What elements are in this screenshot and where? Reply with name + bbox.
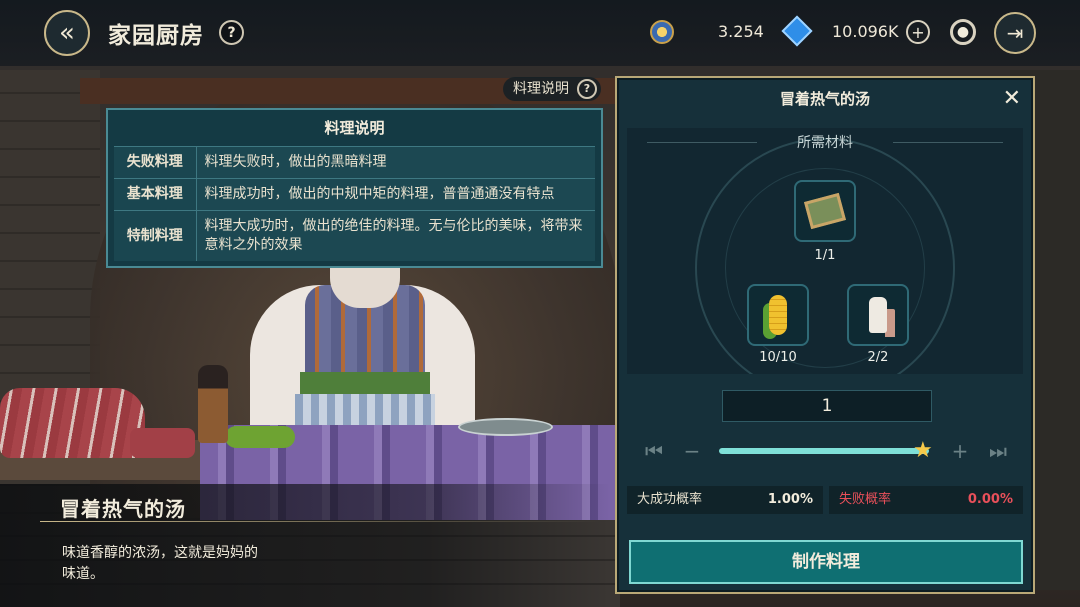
meat-cut	[130, 428, 195, 458]
great-success-rate: 大成功概率 1.00%	[627, 486, 823, 514]
help-button[interactable]: ?	[219, 20, 244, 45]
max-quantity-button[interactable]: ⏭	[983, 436, 1013, 466]
gear-icon: ●	[956, 24, 970, 40]
close-button[interactable]: ✕	[1003, 86, 1021, 111]
material-slot[interactable]	[747, 284, 809, 346]
min-quantity-button[interactable]: ⏮	[639, 436, 669, 466]
recipe-title: 冒着热气的汤	[779, 90, 870, 108]
exit-button[interactable]: ⇥	[994, 12, 1036, 54]
row-desc: 料理大成功时，做出的绝佳的料理。无与伦比的美味，将带来意料之外的效果	[196, 210, 595, 261]
fail-rate: 失败概率 0.00%	[829, 486, 1023, 514]
cooking-info-label: 料理说明	[513, 81, 569, 97]
pepper-grinder	[198, 365, 228, 443]
material-count: 2/2	[867, 350, 889, 365]
dish-description: 味道香醇的浓汤，这就是妈妈的味道。	[62, 545, 258, 582]
plate	[458, 418, 553, 436]
quantity-field[interactable]: 1	[722, 390, 932, 422]
material-slot[interactable]	[847, 284, 909, 346]
skip-forward-icon: ⏭	[989, 439, 1007, 463]
divider	[893, 142, 1003, 143]
divider	[647, 142, 757, 143]
minus-icon: −	[683, 439, 701, 463]
fail-rate-value: 0.00%	[967, 492, 1013, 507]
info-table: 失败料理 料理失败时，做出的黑暗料理 基本料理 料理成功时，做出的中规中矩的料理…	[114, 146, 595, 261]
row-name: 特制料理	[114, 210, 197, 261]
dish-name: 冒着热气的汤	[60, 497, 186, 521]
back-button[interactable]: «	[44, 10, 90, 56]
quantity-slider[interactable]	[719, 448, 929, 454]
page-title: 家园厨房	[108, 23, 204, 49]
add-currency-button[interactable]: +	[906, 20, 930, 44]
row-name: 失败料理	[114, 146, 197, 179]
great-success-label: 大成功概率	[637, 492, 703, 507]
slider-fill	[719, 448, 929, 454]
table-row: 失败料理 料理失败时，做出的黑暗料理	[114, 146, 595, 179]
settings-button[interactable]: ●	[950, 19, 976, 45]
cooking-info-tag[interactable]: 料理说明 ?	[503, 77, 601, 101]
table-row: 特制料理 料理大成功时，做出的绝佳的料理。无与伦比的美味，将带来意料之外的效果	[114, 210, 595, 261]
plus-icon: +	[951, 439, 969, 463]
map-icon	[803, 192, 847, 230]
increase-button[interactable]: +	[945, 436, 975, 466]
row-desc: 料理失败时，做出的黑暗料理	[196, 146, 595, 179]
great-success-value: 1.00%	[767, 492, 813, 507]
materials-area: 所需材料 1/1 10/10 2/2	[627, 128, 1023, 374]
info-popup-title: 料理说明	[324, 119, 385, 137]
material-count: 1/1	[814, 248, 836, 263]
cucumber	[225, 426, 295, 448]
decrease-button[interactable]: −	[677, 436, 707, 466]
cook-button[interactable]: 制作料理	[629, 540, 1023, 584]
fail-rate-label: 失败概率	[839, 492, 892, 507]
material-count: 10/10	[759, 350, 797, 365]
gold-value: 3.254	[718, 22, 764, 41]
back-arrow-icon: «	[59, 18, 75, 48]
divider	[40, 521, 600, 522]
chef-sash	[300, 372, 430, 394]
material-slot[interactable]	[794, 180, 856, 242]
gold-coin-icon	[650, 20, 674, 44]
cooking-info-popup: 料理说明 失败料理 料理失败时，做出的黑暗料理 基本料理 料理成功时，做出的中规…	[106, 108, 603, 268]
meat-slab	[0, 388, 145, 458]
exit-door-icon: ⇥	[1006, 21, 1024, 45]
corn-icon	[769, 295, 787, 335]
row-desc: 料理成功时，做出的中规中矩的料理，普普通通没有特点	[196, 178, 595, 211]
star-icon[interactable]: ★	[913, 438, 933, 463]
skip-back-icon: ⏮	[645, 439, 663, 463]
milk-icon	[869, 297, 887, 333]
materials-header: 所需材料	[797, 135, 853, 151]
row-name: 基本料理	[114, 178, 197, 211]
diamond-value: 10.096K	[832, 22, 899, 41]
recipe-panel: 冒着热气的汤 ✕ 所需材料 1/1 10/10 2/2 1 ⏮ − ★ + ⏭ …	[615, 76, 1035, 594]
question-icon: ?	[577, 79, 597, 99]
table-row: 基本料理 料理成功时，做出的中规中矩的料理，普普通通没有特点	[114, 178, 595, 211]
